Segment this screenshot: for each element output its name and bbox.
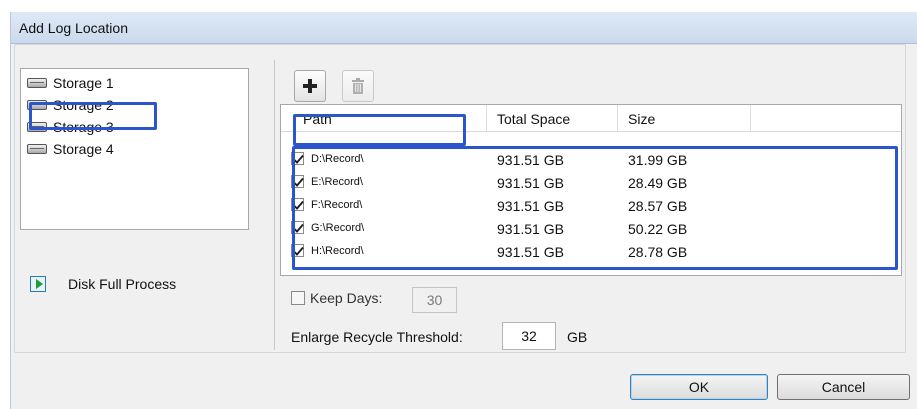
storage-label: Storage 1 <box>53 75 114 91</box>
column-separator <box>750 105 751 131</box>
keep-days-checkbox[interactable] <box>291 291 305 305</box>
enlarge-threshold-label: Enlarge Recycle Threshold: <box>291 329 463 345</box>
plus-icon <box>303 79 317 93</box>
title-bar[interactable]: Add Log Location <box>11 12 917 44</box>
add-path-button[interactable] <box>294 70 326 102</box>
column-separator <box>486 105 487 131</box>
disk-icon <box>27 144 47 154</box>
vertical-divider <box>274 60 275 350</box>
delete-path-button[interactable] <box>342 70 374 102</box>
highlight-box-path-rows <box>292 146 898 270</box>
trash-icon <box>352 78 364 94</box>
disk-full-process[interactable]: Disk Full Process <box>30 276 176 292</box>
highlight-box-storage <box>29 102 157 130</box>
highlight-box-path-header <box>293 114 466 146</box>
disk-full-label: Disk Full Process <box>68 276 177 292</box>
ok-button[interactable]: OK <box>630 374 768 400</box>
column-header-total-space[interactable]: Total Space <box>497 111 570 127</box>
enlarge-threshold-input[interactable]: 32 <box>502 322 556 350</box>
storage-label: Storage 4 <box>53 141 114 157</box>
storage-list-item[interactable]: Storage 4 <box>27 139 114 159</box>
storage-list-item[interactable]: Storage 1 <box>27 73 114 93</box>
disk-icon <box>27 78 47 88</box>
enlarge-unit-label: GB <box>567 329 588 345</box>
column-separator <box>617 105 618 131</box>
keep-days-label: Keep Days: <box>310 290 383 306</box>
keep-days-input[interactable]: 30 <box>412 287 457 313</box>
dialog-title: Add Log Location <box>19 20 128 36</box>
cancel-button[interactable]: Cancel <box>777 374 910 400</box>
storage-list[interactable]: Storage 1 Storage 2 Storage 3 Storage 4 <box>20 68 249 230</box>
column-header-size[interactable]: Size <box>628 111 655 127</box>
play-icon[interactable] <box>30 276 46 292</box>
keep-days-option[interactable]: Keep Days: <box>291 290 382 306</box>
